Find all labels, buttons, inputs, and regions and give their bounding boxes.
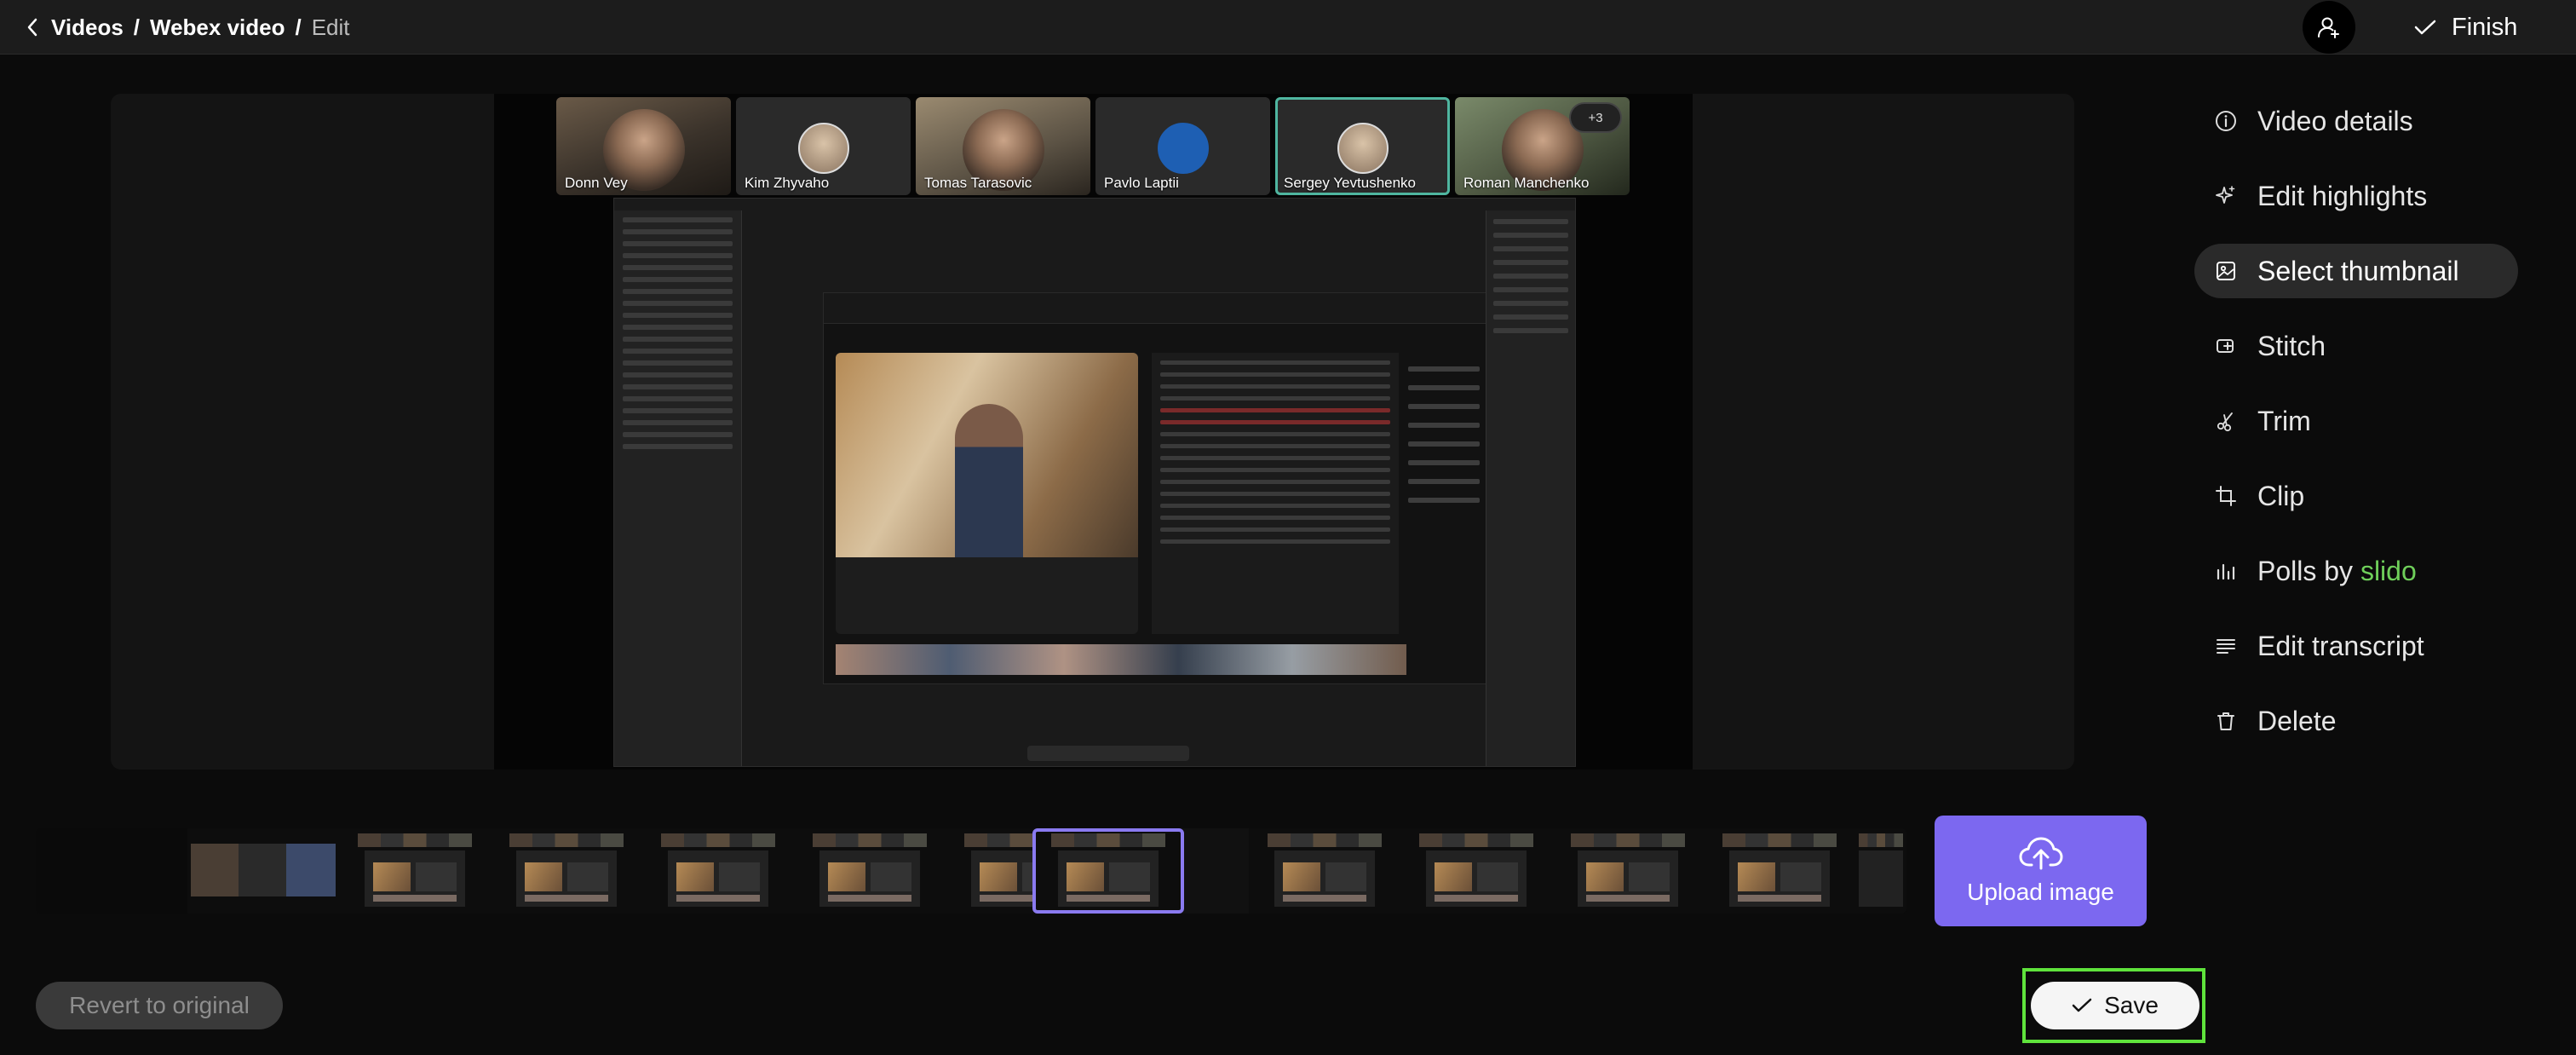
menu-edit-highlights[interactable]: Edit highlights <box>2194 169 2518 223</box>
menu-delete[interactable]: Delete <box>2194 694 2518 748</box>
poll-icon <box>2215 560 2237 582</box>
more-participants-badge: +3 <box>1569 102 1622 133</box>
thumbnail-frame[interactable] <box>1552 828 1704 914</box>
back-button[interactable] <box>22 12 43 43</box>
crop-icon <box>2215 485 2237 507</box>
edit-menu: Video details Edit highlights Select thu… <box>2194 94 2518 769</box>
menu-clip[interactable]: Clip <box>2194 469 2518 523</box>
video-frame: Donn Vey Kim Zhyvaho Tomas Tarasovic Pav… <box>494 94 1693 770</box>
menu-label: Edit highlights <box>2257 180 2428 211</box>
thumbnail-strip[interactable] <box>36 828 1906 914</box>
breadcrumb-separator: / <box>133 14 141 40</box>
video-preview: Donn Vey Kim Zhyvaho Tomas Tarasovic Pav… <box>111 94 2074 770</box>
thumbnail-frame[interactable] <box>1249 828 1400 914</box>
participant-tile: Tomas Tarasovic <box>916 97 1090 195</box>
save-label: Save <box>2104 992 2159 1018</box>
shared-app-topbar <box>824 293 1486 324</box>
shared-app-window <box>823 292 1487 684</box>
thumbnail-frame[interactable] <box>187 828 339 914</box>
avatar <box>1337 123 1389 174</box>
revert-to-original-button[interactable]: Revert to original <box>36 982 283 1029</box>
shared-dock <box>1027 746 1189 761</box>
add-user-button[interactable] <box>2303 1 2355 54</box>
shared-right-panel <box>1486 210 1575 766</box>
breadcrumb: Videos / Webex video / Edit <box>22 12 350 43</box>
breadcrumb-separator: / <box>295 14 302 40</box>
participant-name: Roman Manchenko <box>1463 175 1590 191</box>
thumbnail-frame[interactable] <box>36 828 187 914</box>
menu-trim[interactable]: Trim <box>2194 394 2518 448</box>
transcript-icon <box>2215 635 2237 657</box>
finish-button[interactable]: Finish <box>2394 7 2538 48</box>
menu-video-details[interactable]: Video details <box>2194 94 2518 148</box>
participant-tile: Donn Vey <box>556 97 731 195</box>
avatar <box>1157 123 1209 174</box>
participant-name: Kim Zhyvaho <box>745 175 830 191</box>
shared-screen <box>613 198 1576 767</box>
top-header: Videos / Webex video / Edit Finish <box>0 0 2576 55</box>
save-button[interactable]: Save <box>2031 982 2199 1029</box>
thumbnail-frame[interactable] <box>339 828 491 914</box>
menu-stitch[interactable]: Stitch <box>2194 319 2518 373</box>
breadcrumb-videos[interactable]: Videos <box>51 14 124 41</box>
trash-icon <box>2215 710 2237 732</box>
menu-label: Select thumbnail <box>2257 255 2459 286</box>
menu-label: Stitch <box>2257 330 2326 361</box>
shared-side-menu <box>1401 353 1486 634</box>
participant-tile-active: Sergey Yevtushenko <box>1275 97 1450 195</box>
menu-edit-transcript[interactable]: Edit transcript <box>2194 619 2518 673</box>
menu-label: Video details <box>2257 105 2413 136</box>
participant-name: Donn Vey <box>565 175 628 191</box>
info-icon <box>2215 110 2237 132</box>
participant-tile: Pavlo Laptii <box>1095 97 1270 195</box>
avatar <box>797 123 849 174</box>
participant-name: Pavlo Laptii <box>1104 175 1179 191</box>
menu-label: Edit transcript <box>2257 630 2424 661</box>
shared-thumbnail-strip <box>836 644 1406 675</box>
participant-tiles: Donn Vey Kim Zhyvaho Tomas Tarasovic Pav… <box>556 97 1630 195</box>
thumbnail-frame[interactable] <box>1400 828 1552 914</box>
chevron-left-icon <box>27 18 37 37</box>
thumbnail-frame[interactable] <box>794 828 946 914</box>
breadcrumb-webex-video[interactable]: Webex video <box>150 14 285 41</box>
thumbnail-frame[interactable] <box>642 828 794 914</box>
menu-select-thumbnail[interactable]: Select thumbnail <box>2194 244 2518 298</box>
check-icon <box>2414 20 2436 35</box>
finish-label: Finish <box>2452 13 2518 41</box>
stitch-icon <box>2215 335 2237 357</box>
image-icon <box>2215 260 2237 282</box>
participant-name: Tomas Tarasovic <box>924 175 1032 191</box>
thumbnail-frame[interactable] <box>491 828 642 914</box>
thumbnail-frame-selected[interactable] <box>1032 828 1184 914</box>
scissors-icon <box>2215 410 2237 432</box>
menu-polls-by-slido[interactable]: Polls by slido <box>2194 544 2518 598</box>
participant-tile: Kim Zhyvaho <box>736 97 911 195</box>
thumbnail-frame[interactable] <box>1704 828 1855 914</box>
shared-video-player <box>836 353 1138 634</box>
check-icon <box>2072 998 2092 1012</box>
shared-transcript <box>1152 353 1399 634</box>
cloud-upload-icon <box>2019 837 2062 870</box>
menu-label: Clip <box>2257 480 2305 511</box>
menu-label: Delete <box>2257 705 2337 736</box>
slido-brand: slido <box>2360 555 2417 586</box>
menu-label: Trim <box>2257 405 2311 436</box>
upload-image-button[interactable]: Upload image <box>1935 816 2147 926</box>
thumbnail-frame[interactable] <box>1855 828 1906 914</box>
add-user-icon <box>2318 17 2339 38</box>
menu-label: Polls by <box>2257 555 2360 586</box>
breadcrumb-current: Edit <box>311 14 350 40</box>
sparkle-icon <box>2215 185 2237 207</box>
participant-name: Sergey Yevtushenko <box>1284 175 1417 191</box>
shared-left-panel <box>614 210 742 766</box>
upload-label: Upload image <box>1967 879 2114 905</box>
